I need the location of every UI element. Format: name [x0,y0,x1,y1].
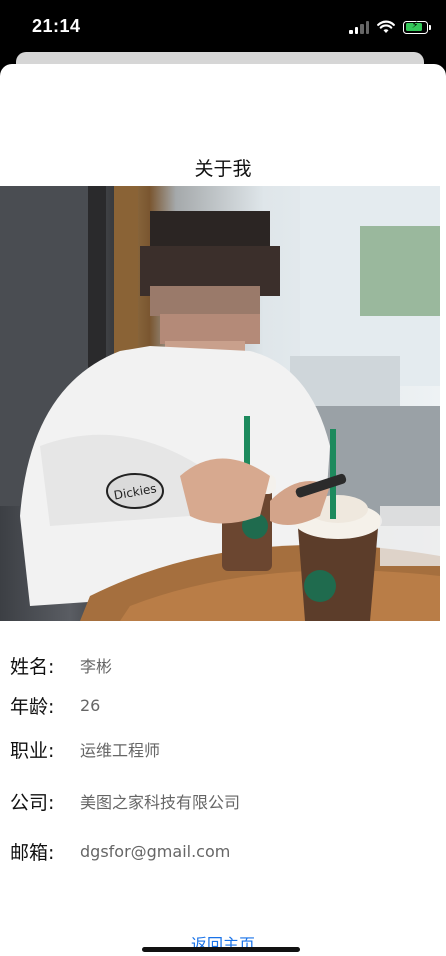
job-label: 职业: [10,739,55,762]
name-label: 姓名: [10,655,55,678]
home-indicator[interactable] [142,947,300,952]
signal-icon [349,20,369,34]
company-label: 公司: [10,791,55,814]
name-value: 李彬 [80,657,113,676]
profile-row-company: 公司: 美图之家科技有限公司 [10,787,240,815]
profile-photo: Dickies [0,186,440,621]
page-title: 关于我 [194,158,252,180]
email-value: dgsfor@gmail.com [80,841,231,861]
age-value: 26 [80,695,101,715]
status-icons: ⚡ [349,18,431,36]
battery-charging-icon: ⚡ [403,20,431,34]
age-label: 年龄: [10,695,55,718]
email-label: 邮箱: [10,841,55,864]
profile-row-email: 邮箱: dgsfor@gmail.com [10,837,230,865]
wifi-icon [377,20,395,33]
status-time: 21:14 [32,16,81,36]
profile-row-age: 年龄: 26 [10,691,100,719]
profile-row-job: 职业: 运维工程师 [10,735,160,763]
about-me-sheet: 关于我 Dickies 姓名: 李彬 年龄: 26 职业: 运维工程师 公司: … [0,64,446,956]
company-value: 美图之家科技有限公司 [80,793,241,812]
profile-row-name: 姓名: 李彬 [10,651,112,679]
status-bar: 21:14 ⚡ [0,0,446,54]
job-value: 运维工程师 [80,741,161,760]
